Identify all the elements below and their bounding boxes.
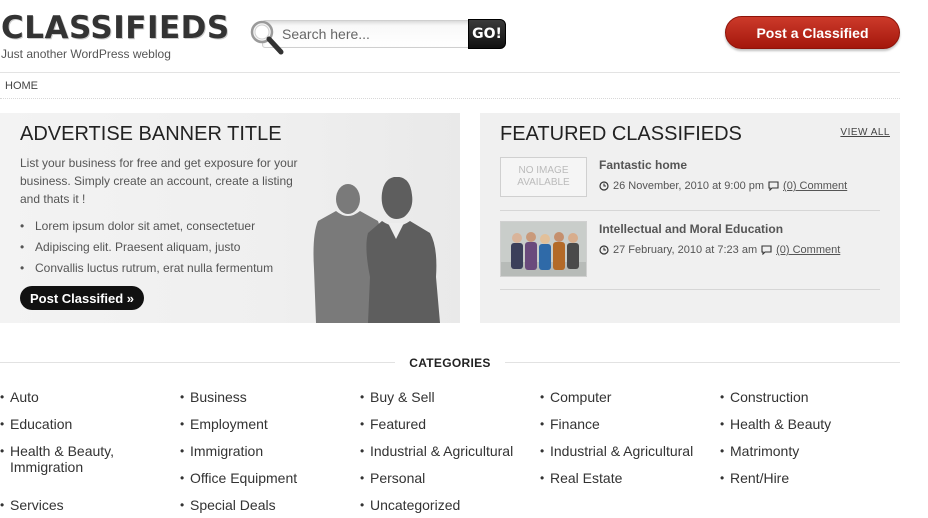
search-bar: GO! [248,18,506,55]
search-go-button[interactable]: GO! [468,19,506,49]
category-link[interactable]: Uncategorized [360,497,460,513]
featured-item-photo[interactable] [500,221,587,277]
featured-item-comments-link[interactable]: (0) Comment [783,180,847,192]
clock-icon [599,181,609,191]
category-link[interactable]: Personal [360,470,425,486]
category-link[interactable]: Special Deals [180,497,276,513]
featured-item: NO IMAGE AVAILABLE Fantastic home 26 Nov… [500,153,880,211]
advertise-banner: ADVERTISE BANNER TITLE List your busines… [0,113,460,323]
view-all-link[interactable]: VIEW ALL [840,127,890,138]
magnifier-icon [250,20,284,55]
no-image-placeholder[interactable]: NO IMAGE AVAILABLE [500,157,587,197]
category-link[interactable]: Health & Beauty, Immigration [0,443,150,475]
category-link[interactable]: Finance [540,416,600,432]
category-link[interactable]: Rent/Hire [720,470,789,486]
categories-header: CATEGORIES [0,354,900,370]
category-link[interactable]: Business [180,389,247,405]
featured-item-title[interactable]: Fantastic home [599,158,687,172]
categories-title: CATEGORIES [409,356,491,370]
banner-bullet: Adipiscing elit. Praesent aliquam, justo [20,237,273,258]
featured-classifieds-panel: FEATURED CLASSIFIEDS VIEW ALL NO IMAGE A… [480,113,900,323]
clock-icon [599,245,609,255]
comment-icon [768,181,779,191]
site-logo[interactable]: CLASSIFIEDS Just another WordPress weblo… [1,10,230,61]
featured-item-meta: 27 February, 2010 at 7:23 am (0) Comment [599,244,840,256]
category-link[interactable]: Office Equipment [180,470,297,486]
category-link[interactable]: Matrimonty [720,443,799,459]
banner-bullet: Lorem ipsum dolor sit amet, consectetuer [20,216,273,237]
business-people-silhouette-image [313,177,440,323]
nav-home-link[interactable]: HOME [5,80,38,92]
post-classified-button[interactable]: Post a Classified [725,16,900,49]
featured-item-meta: 26 November, 2010 at 9:00 pm (0) Comment [599,180,847,192]
site-title[interactable]: CLASSIFIEDS [1,10,230,46]
banner-text: List your business for free and get expo… [20,156,298,206]
featured-item-title[interactable]: Intellectual and Moral Education [599,222,783,236]
featured-title: FEATURED CLASSIFIEDS [500,123,742,145]
featured-item-comments-link[interactable]: (0) Comment [776,244,840,256]
category-link[interactable]: Featured [360,416,426,432]
category-link[interactable]: Health & Beauty [720,416,831,432]
site-tagline: Just another WordPress weblog [1,47,171,61]
group-photo-image [501,222,586,276]
category-link[interactable]: Industrial & Agricultural [540,443,693,459]
category-link[interactable]: Industrial & Agricultural [360,443,513,459]
category-link[interactable]: Auto [0,389,39,405]
category-link[interactable]: Immigration [180,443,263,459]
breadcrumb-nav: HOME [0,72,900,99]
category-link[interactable]: Construction [720,389,809,405]
category-link[interactable]: Employment [180,416,268,432]
category-link[interactable]: Education [0,416,72,432]
category-link[interactable]: Computer [540,389,611,405]
featured-item: Intellectual and Moral Education 27 Febr… [500,217,880,290]
banner-post-classified-button[interactable]: Post Classified » [20,286,145,310]
featured-item-date: 27 February, 2010 at 7:23 am [613,244,758,256]
category-link[interactable]: Buy & Sell [360,389,435,405]
category-link[interactable]: Real Estate [540,470,622,486]
featured-item-date: 26 November, 2010 at 9:00 pm [613,180,765,192]
search-input[interactable] [282,23,462,45]
banner-bullet-list: Lorem ipsum dolor sit amet, consectetuer… [20,216,273,279]
comment-icon [761,245,772,255]
banner-bullet: Convallis luctus rutrum, erat nulla ferm… [20,258,273,279]
category-link[interactable]: Services [0,497,64,513]
banner-title: ADVERTISE BANNER TITLE [20,123,282,145]
